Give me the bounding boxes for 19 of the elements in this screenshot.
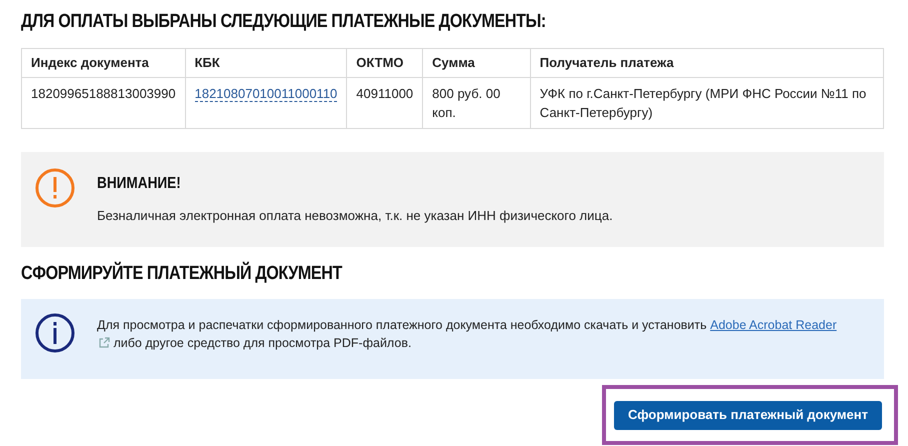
column-header: ОКТМО bbox=[346, 48, 423, 78]
table-cell: 18209965188813003990 bbox=[22, 78, 186, 128]
info-icon bbox=[35, 313, 75, 353]
table-cell: УФК по г.Санкт-Петербургу (МРИ ФНС России №11 по Санкт-Петербургу) bbox=[530, 78, 884, 128]
table-cell: 40911000 bbox=[346, 78, 423, 128]
acrobat-link[interactable]: Adobe Acrobat Reader bbox=[710, 318, 837, 332]
section-heading: СФОРМИРУЙТЕ ПЛАТЕЖНЫЙ ДОКУМЕНТ bbox=[21, 260, 344, 286]
column-header: Получатель платежа bbox=[530, 48, 884, 78]
generate-document-button[interactable]: Сформировать платежный документ bbox=[614, 400, 882, 430]
warning-message: Безналичная электронная оплата невозможна, т.к. не указан ИНН физического лица. bbox=[97, 207, 613, 225]
info-message: Для просмотра и распечатки сформированного платежного документа необходимо скачать и установить Adobe Acrobat Reader либо другое средство для просмотра PDF-файлов. bbox=[97, 317, 837, 352]
column-header: КБК bbox=[185, 48, 347, 78]
warning-icon bbox=[35, 168, 75, 208]
column-header: Индекс документа bbox=[22, 48, 186, 78]
external-link-icon bbox=[99, 337, 110, 348]
warning-title: ВНИМАНИЕ! bbox=[97, 174, 182, 194]
section-heading: ДЛЯ ОПЛАТЫ ВЫБРАНЫ СЛЕДУЮЩИЕ ПЛАТЕЖНЫЕ ДОКУМЕНТЫ: bbox=[21, 10, 547, 34]
table-cell: 800 руб. 00 коп. bbox=[422, 78, 530, 128]
column-header: Сумма bbox=[422, 48, 530, 78]
